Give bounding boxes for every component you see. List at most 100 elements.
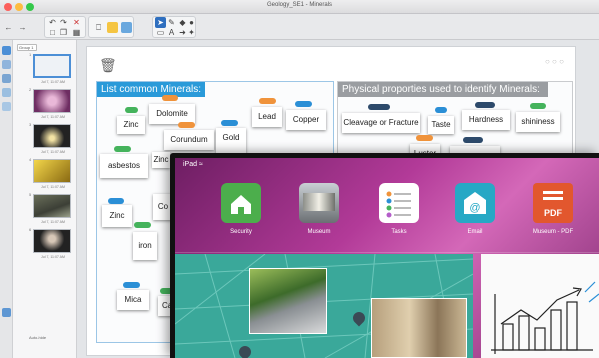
building-photo[interactable] — [371, 298, 467, 358]
bar-sketch — [491, 281, 599, 354]
svg-text:PDF: PDF — [544, 208, 563, 218]
magic-pen-icon[interactable]: ✦ — [186, 27, 197, 38]
page-thumbnail[interactable] — [33, 54, 71, 78]
page-thumbnail[interactable] — [33, 194, 71, 218]
mineral-card[interactable]: Gold — [216, 128, 246, 156]
mineral-tag — [114, 146, 131, 152]
app-label-email: Email — [467, 229, 483, 235]
screen-icon[interactable]: ⎕ — [93, 22, 104, 33]
page-sorter-tab-icon[interactable] — [2, 46, 11, 55]
property-card[interactable]: Cleavage or Fracture — [342, 113, 420, 133]
envelope-glyph: @ — [464, 192, 486, 214]
mineral-tag — [125, 107, 138, 113]
drawing-tools-group: ➤ ✎ ◆ ● ▭ A ➜ ✦ — [152, 16, 196, 38]
property-tag — [416, 135, 433, 141]
main-toolbar: ← → ↶ ↷ ✕ □ ❐ ▦ ⎕ ➤ ✎ ◆ ● ▭ A ➜ ✦ — [0, 14, 599, 40]
duplicate-icon[interactable]: ❐ — [58, 27, 69, 38]
page-thumbnail[interactable] — [33, 229, 71, 253]
property-card[interactable]: shininess — [516, 112, 560, 132]
property-card[interactable]: Taste — [428, 116, 454, 134]
addons-tab-icon[interactable] — [2, 102, 11, 111]
minerals-heading: List common Minerals: — [97, 82, 205, 97]
settings-tab-icon[interactable] — [2, 308, 11, 317]
text-icon[interactable]: A — [166, 27, 177, 38]
property-card[interactable]: Hardness — [462, 110, 510, 130]
pdf-icon[interactable]: PDF — [533, 183, 573, 223]
mineral-card[interactable]: Zinc — [117, 116, 145, 134]
svg-text:@: @ — [469, 202, 480, 214]
property-tag — [475, 102, 495, 108]
house-icon[interactable] — [221, 183, 261, 223]
properties-tab-icon[interactable] — [2, 88, 11, 97]
grid-icon[interactable]: ▦ — [71, 27, 82, 38]
thumb-number: 4 — [29, 157, 32, 162]
app-label-museum-pdf: Museum - PDF — [532, 229, 574, 235]
thumb-number: 2 — [29, 87, 32, 92]
back-arrow-icon[interactable]: ← — [3, 22, 14, 33]
mineral-card[interactable]: Dolomite — [149, 104, 195, 124]
mineral-card[interactable]: iron — [133, 232, 157, 260]
mineral-tag — [178, 122, 195, 128]
pdf-glyph: PDF — [543, 191, 563, 218]
thumb-number: 1 — [29, 52, 32, 57]
gallery-tab-icon[interactable] — [2, 60, 11, 69]
document-camera-icon[interactable] — [121, 22, 132, 33]
forward-arrow-icon[interactable]: → — [17, 22, 28, 33]
window-title: Geology_SE1 - Minerals — [266, 2, 333, 8]
mineral-tag — [295, 101, 312, 107]
ipad-status-label: iPad ≈ — [183, 161, 203, 168]
mineral-card[interactable]: Zinc — [102, 205, 132, 227]
thumb-label: Jul 7, 11:07 AM — [41, 115, 65, 119]
checklist-icon[interactable] — [379, 183, 419, 223]
mineral-card[interactable]: Copper — [286, 110, 326, 130]
trash-icon[interactable]: 🗑 — [99, 57, 117, 74]
thumb-label: Jul 7, 11:07 AM — [41, 150, 65, 154]
gallery-icon[interactable] — [107, 22, 118, 33]
properties-heading: Physical proporties used to identify Min… — [338, 82, 548, 97]
group-selector[interactable]: Group 1 — [17, 44, 37, 51]
view-tools-group: ⎕ — [88, 16, 134, 38]
app-label-security: Security — [230, 229, 252, 235]
museum-photo-icon[interactable] — [299, 183, 339, 223]
wifi-icon: ≈ — [198, 161, 203, 168]
architecture-photo[interactable] — [249, 268, 327, 334]
title-bar: Geology_SE1 - Minerals — [0, 0, 599, 14]
home-divider — [175, 252, 599, 253]
eraser-icon[interactable]: ▭ — [155, 27, 166, 38]
thumb-label: Jul 7, 11:07 AM — [41, 185, 65, 189]
mineral-card[interactable]: Zinc — [152, 152, 170, 168]
map-view[interactable] — [175, 254, 473, 358]
mineral-tag — [123, 282, 140, 288]
mineral-card[interactable]: asbestos — [100, 154, 148, 178]
thumb-label: Jul 7, 11:07 AM — [41, 80, 65, 84]
property-tag — [368, 104, 390, 110]
sidebar-tab-strip — [0, 40, 13, 358]
page-thumbnail[interactable] — [33, 124, 71, 148]
thumb-number: 6 — [29, 227, 32, 232]
thumb-number: 5 — [29, 192, 32, 197]
mineral-card[interactable]: Mica — [117, 290, 149, 310]
property-tag — [530, 103, 546, 109]
attachments-tab-icon[interactable] — [2, 74, 11, 83]
at-sign-icon[interactable]: @ — [455, 183, 495, 223]
mineral-card[interactable]: Corundum — [164, 130, 214, 150]
mineral-card[interactable]: Lead — [252, 107, 282, 127]
property-tag — [463, 137, 483, 143]
thumb-label: Jul 7, 11:07 AM — [41, 255, 65, 259]
edit-tools-group: ↶ ↷ ✕ □ ❐ ▦ — [44, 16, 86, 38]
sketch-view[interactable] — [481, 254, 599, 358]
checklist-glyph — [386, 191, 411, 218]
property-tag — [435, 107, 447, 113]
mineral-tag — [134, 222, 151, 228]
mineral-tag — [259, 98, 276, 104]
page-sorter: Group 1 1 Jul 7, 11:07 AM 2 Jul 7, 11:07… — [13, 40, 77, 358]
app-label-tasks: Tasks — [391, 229, 407, 235]
thumb-number: 3 — [29, 122, 32, 127]
page-thumbnail[interactable] — [33, 159, 71, 183]
ipad-home-screen: iPad ≈ Security Museum Tasks @ Email PDF… — [175, 158, 599, 358]
mineral-tag — [162, 95, 178, 101]
page-icon[interactable]: □ — [47, 27, 58, 38]
page-thumbnail[interactable] — [33, 89, 71, 113]
page-options-icon[interactable]: ○ ○ ○ — [545, 57, 564, 66]
auto-hide-checkbox[interactable]: Auto-hide — [29, 335, 46, 340]
